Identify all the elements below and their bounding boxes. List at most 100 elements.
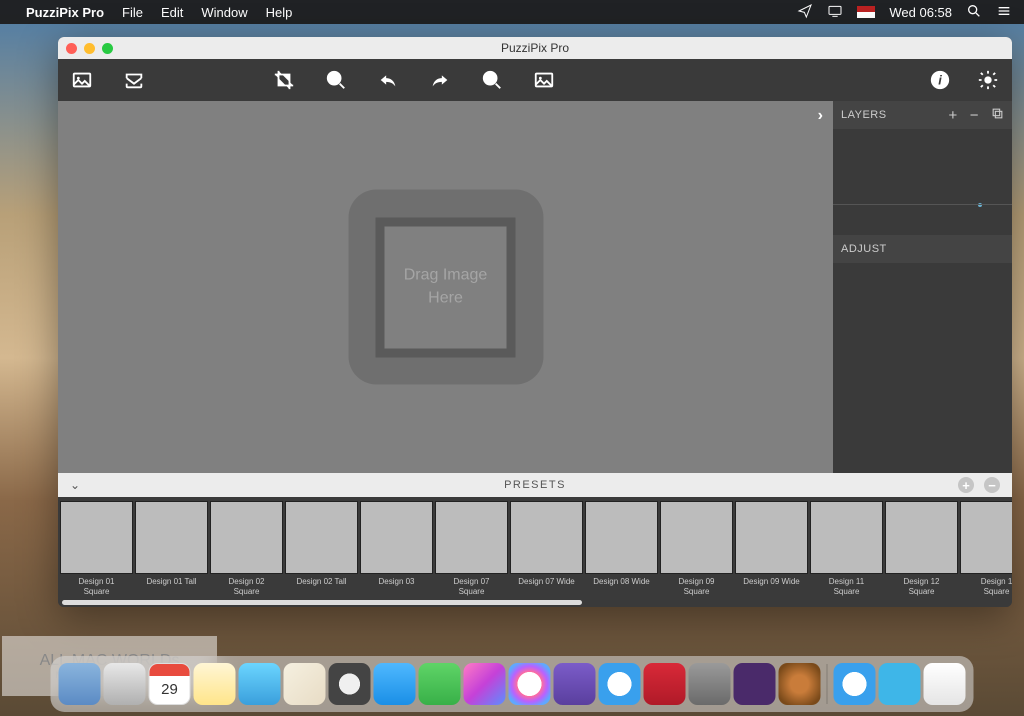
preset-thumbnail bbox=[885, 501, 958, 574]
menu-list-icon[interactable] bbox=[996, 3, 1012, 22]
dock-photobooth[interactable] bbox=[464, 663, 506, 705]
preset-thumbnail bbox=[435, 501, 508, 574]
dock-facetime[interactable] bbox=[419, 663, 461, 705]
dock-podcasts[interactable] bbox=[554, 663, 596, 705]
dock-downloads[interactable] bbox=[879, 663, 921, 705]
preset-caption: Design 09Square bbox=[660, 574, 733, 599]
preset-item[interactable]: Design 11Square bbox=[810, 501, 883, 599]
dock-appstore[interactable] bbox=[599, 663, 641, 705]
zoom-in-button[interactable] bbox=[324, 68, 348, 92]
toolbar: i bbox=[58, 59, 1012, 101]
dock-appstore2[interactable] bbox=[834, 663, 876, 705]
preset-item[interactable]: Design 1Square bbox=[960, 501, 1012, 599]
preset-remove-button[interactable]: − bbox=[984, 477, 1000, 493]
menu-help[interactable]: Help bbox=[266, 5, 293, 20]
dock-finder[interactable] bbox=[59, 663, 101, 705]
dock-messages[interactable] bbox=[374, 663, 416, 705]
preset-thumbnail bbox=[510, 501, 583, 574]
preset-caption: Design 12Square bbox=[885, 574, 958, 599]
layer-add-button[interactable]: + bbox=[948, 107, 957, 124]
dock-photos[interactable] bbox=[239, 663, 281, 705]
preset-item[interactable]: Design 09Square bbox=[660, 501, 733, 599]
preset-item[interactable]: Design 07 Wide bbox=[510, 501, 583, 599]
adjust-area[interactable] bbox=[833, 263, 1012, 473]
app-name[interactable]: PuzziPix Pro bbox=[26, 5, 104, 20]
preset-caption: Design 01 Tall bbox=[135, 574, 208, 590]
preset-item[interactable]: Design 01 Tall bbox=[135, 501, 208, 599]
preset-thumbnail bbox=[960, 501, 1012, 574]
adjust-label: ADJUST bbox=[841, 243, 887, 255]
drop-text-1: Drag Image bbox=[404, 265, 488, 287]
dock-safari[interactable] bbox=[104, 663, 146, 705]
dock bbox=[51, 656, 974, 712]
preset-thumbnail bbox=[735, 501, 808, 574]
preset-caption: Design 07 Wide bbox=[510, 574, 583, 590]
drop-zone[interactable]: Drag Image Here bbox=[348, 190, 543, 385]
dock-clock[interactable] bbox=[329, 663, 371, 705]
info-button[interactable]: i bbox=[928, 68, 952, 92]
preset-thumbnail bbox=[135, 501, 208, 574]
presets-strip[interactable]: Design 01SquareDesign 01 TallDesign 02Sq… bbox=[58, 497, 1012, 607]
display-icon[interactable] bbox=[827, 3, 843, 22]
save-button[interactable] bbox=[122, 68, 146, 92]
flag-us-icon[interactable] bbox=[857, 6, 875, 18]
adjust-header: ADJUST bbox=[833, 235, 1012, 263]
presets-scrollbar[interactable] bbox=[62, 600, 582, 605]
preset-thumbnail bbox=[585, 501, 658, 574]
preset-caption: Design 07Square bbox=[435, 574, 508, 599]
svg-text:i: i bbox=[938, 73, 942, 88]
menu-file[interactable]: File bbox=[122, 5, 143, 20]
canvas-area[interactable]: › Drag Image Here bbox=[58, 101, 833, 473]
dock-app2[interactable] bbox=[779, 663, 821, 705]
dock-notes[interactable] bbox=[194, 663, 236, 705]
open-image-button[interactable] bbox=[70, 68, 94, 92]
dock-calendar[interactable] bbox=[149, 663, 191, 705]
preset-item[interactable]: Design 02Square bbox=[210, 501, 283, 599]
presets-label: PRESETS bbox=[58, 479, 1012, 491]
side-panel: LAYERS + − ADJUST bbox=[833, 101, 1012, 473]
settings-button[interactable] bbox=[976, 68, 1000, 92]
layers-header: LAYERS + − bbox=[833, 101, 1012, 129]
preset-caption: Design 02Square bbox=[210, 574, 283, 599]
preset-caption: Design 03 bbox=[360, 574, 433, 590]
fit-screen-button[interactable] bbox=[532, 68, 556, 92]
clock-text[interactable]: Wed 06:58 bbox=[889, 5, 952, 20]
preset-item[interactable]: Design 08 Wide bbox=[585, 501, 658, 599]
dock-feedback[interactable] bbox=[644, 663, 686, 705]
preset-thumbnail bbox=[60, 501, 133, 574]
panel-collapse-icon[interactable]: › bbox=[818, 107, 823, 125]
preset-thumbnail bbox=[810, 501, 883, 574]
menu-window[interactable]: Window bbox=[201, 5, 247, 20]
crop-button[interactable] bbox=[272, 68, 296, 92]
dock-maps[interactable] bbox=[284, 663, 326, 705]
preset-item[interactable]: Design 07Square bbox=[435, 501, 508, 599]
undo-button[interactable] bbox=[376, 68, 400, 92]
dock-trash[interactable] bbox=[924, 663, 966, 705]
layer-remove-button[interactable]: − bbox=[970, 107, 979, 124]
preset-item[interactable]: Design 02 Tall bbox=[285, 501, 358, 599]
redo-button[interactable] bbox=[428, 68, 452, 92]
preset-item[interactable]: Design 03 bbox=[360, 501, 433, 599]
preset-item[interactable]: Design 09 Wide bbox=[735, 501, 808, 599]
preset-item[interactable]: Design 12Square bbox=[885, 501, 958, 599]
preset-caption: Design 01Square bbox=[60, 574, 133, 599]
preset-caption: Design 02 Tall bbox=[285, 574, 358, 590]
preset-thumbnail bbox=[285, 501, 358, 574]
preset-add-button[interactable]: + bbox=[958, 477, 974, 493]
drop-text-2: Here bbox=[428, 287, 463, 309]
dock-itunes[interactable] bbox=[509, 663, 551, 705]
zoom-out-button[interactable] bbox=[480, 68, 504, 92]
menu-edit[interactable]: Edit bbox=[161, 5, 183, 20]
layer-duplicate-button[interactable] bbox=[991, 107, 1004, 124]
paperplane-icon[interactable] bbox=[797, 3, 813, 22]
dock-app1[interactable] bbox=[734, 663, 776, 705]
preset-caption: Design 09 Wide bbox=[735, 574, 808, 590]
search-icon[interactable] bbox=[966, 3, 982, 22]
app-window: PuzziPix Pro i › Drag Image Here bbox=[58, 37, 1012, 607]
titlebar[interactable]: PuzziPix Pro bbox=[58, 37, 1012, 59]
layers-area[interactable] bbox=[833, 129, 1012, 235]
preset-thumbnail bbox=[660, 501, 733, 574]
preset-item[interactable]: Design 01Square bbox=[60, 501, 133, 599]
presets-header: ⌄ PRESETS + − bbox=[58, 473, 1012, 497]
dock-settings[interactable] bbox=[689, 663, 731, 705]
